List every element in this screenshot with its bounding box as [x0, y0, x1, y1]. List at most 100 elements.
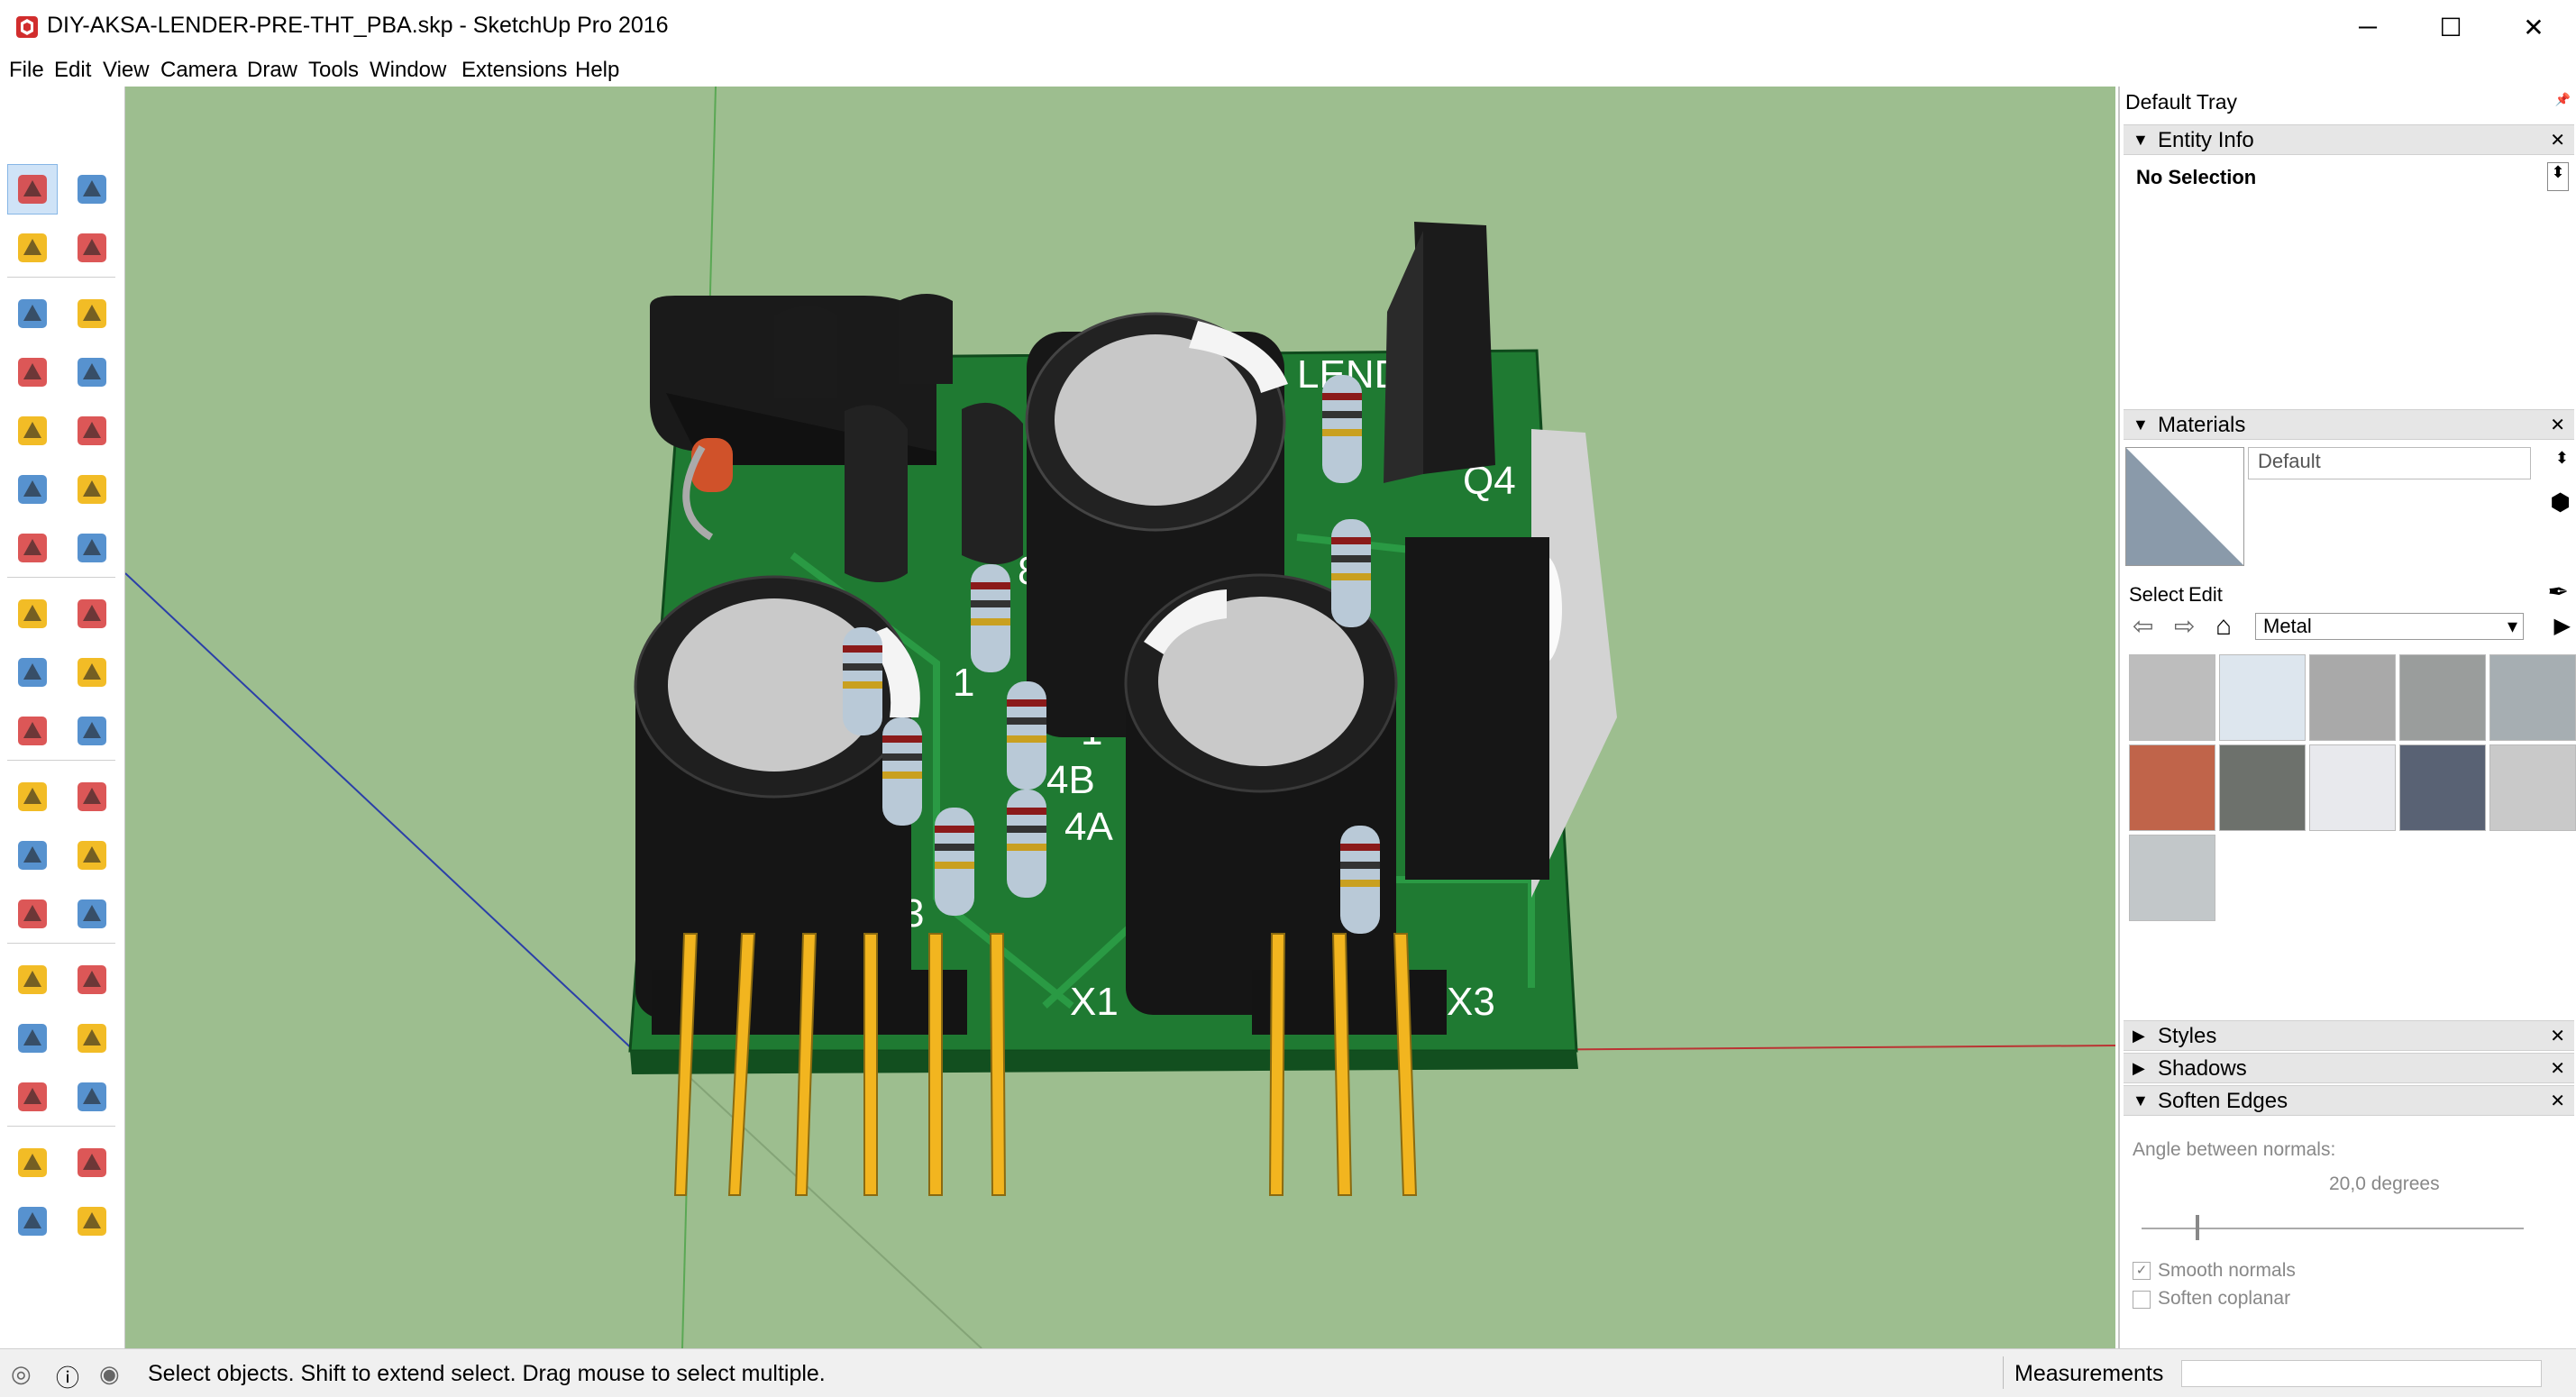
freehand-icon[interactable] [67, 288, 117, 339]
zoom-extents-icon[interactable] [7, 1072, 58, 1122]
material-swatch[interactable] [2309, 654, 2396, 741]
entity-info-header[interactable]: ▼ Entity Info ✕ [2124, 124, 2574, 155]
close-panel-icon[interactable]: ✕ [2550, 129, 2565, 151]
soften-coplanar-checkbox[interactable] [2133, 1291, 2151, 1309]
large-tool-set-toolbar [0, 87, 126, 1348]
text-icon[interactable] [67, 830, 117, 881]
capacitor-front-right [1124, 573, 1398, 1015]
minimize-button[interactable]: ─ [2326, 0, 2409, 54]
material-swatch[interactable] [2129, 654, 2215, 741]
transistor-4 [962, 402, 1023, 564]
arc-icon[interactable] [7, 464, 58, 515]
blue-axis [125, 572, 640, 1056]
materials-tab-edit[interactable]: Edit [2188, 583, 2223, 607]
back-arrow-icon[interactable]: ⇦ [2133, 611, 2153, 641]
menu-help[interactable]: Help [575, 58, 619, 83]
menu-tools[interactable]: Tools [308, 58, 359, 83]
material-swatch[interactable] [2309, 744, 2396, 831]
material-library-select[interactable]: Metal ▾ [2255, 613, 2524, 640]
section-plane-icon[interactable] [67, 1196, 117, 1246]
select-tool-icon[interactable] [7, 164, 58, 215]
three-point-arc-icon[interactable] [67, 523, 117, 573]
rectangle-icon[interactable] [7, 347, 58, 397]
position-camera-icon[interactable] [7, 1137, 58, 1188]
drawing-viewport[interactable]: C2 X2 X1 X3 Q4 LEND 4B 4A 8 1 3 1 [125, 87, 2115, 1348]
menu-edit[interactable]: Edit [54, 58, 91, 83]
tray-pin-icon[interactable]: 📌 [2555, 92, 2571, 107]
status-message: Select objects. Shift to extend select. … [148, 1361, 826, 1386]
make-component-icon[interactable] [67, 164, 117, 215]
forward-arrow-icon[interactable]: ⇨ [2174, 611, 2195, 641]
two-point-arc-icon[interactable] [7, 523, 58, 573]
protractor-icon[interactable] [7, 830, 58, 881]
previous-view-icon[interactable] [67, 1072, 117, 1122]
expand-entity-icon[interactable]: ⬍ [2547, 162, 2569, 191]
tape-measure-icon[interactable] [7, 772, 58, 822]
material-name-field[interactable]: Default [2248, 447, 2531, 479]
close-panel-icon[interactable]: ✕ [2550, 1025, 2565, 1047]
maximize-button[interactable]: ☐ [2409, 0, 2492, 54]
menu-file[interactable]: File [9, 58, 44, 83]
collapse-triangle-icon: ▼ [2133, 415, 2149, 434]
user-account-icon[interactable]: ◉ [99, 1360, 120, 1388]
measurements-input[interactable] [2181, 1360, 2542, 1387]
pencil-line-icon[interactable] [7, 288, 58, 339]
eraser-icon[interactable] [67, 223, 117, 273]
paint-bucket-icon[interactable] [7, 223, 58, 273]
walk-icon[interactable] [7, 1196, 58, 1246]
zoom-icon[interactable] [7, 1013, 58, 1064]
scale-icon[interactable] [7, 706, 58, 756]
red-capacitor [691, 438, 733, 492]
pie-icon[interactable] [67, 464, 117, 515]
credits-icon[interactable]: ⓘ [56, 1360, 79, 1393]
push-pull-icon[interactable] [67, 589, 117, 639]
soften-edges-header[interactable]: ▼ Soften Edges ✕ [2124, 1085, 2574, 1116]
close-panel-icon[interactable]: ✕ [2550, 1057, 2565, 1080]
move-icon[interactable] [7, 589, 58, 639]
details-arrow-icon[interactable]: ▶ [2554, 613, 2571, 639]
angle-slider-thumb[interactable] [2196, 1215, 2199, 1240]
follow-me-icon[interactable] [67, 647, 117, 698]
material-swatch[interactable] [2129, 744, 2215, 831]
offset-icon[interactable] [67, 706, 117, 756]
shadows-header[interactable]: ▶ Shadows ✕ [2124, 1053, 2574, 1083]
home-icon[interactable]: ⌂ [2215, 611, 2232, 642]
smooth-normals-checkbox[interactable]: ✓ [2133, 1262, 2151, 1280]
material-swatch[interactable] [2219, 744, 2306, 831]
styles-header[interactable]: ▶ Styles ✕ [2124, 1020, 2574, 1051]
axes-icon[interactable] [7, 889, 58, 939]
create-material-icon[interactable]: ⬍ [2555, 449, 2569, 468]
menu-draw[interactable]: Draw [247, 58, 297, 83]
menu-window[interactable]: Window [370, 58, 446, 83]
menu-camera[interactable]: Camera [160, 58, 237, 83]
menu-extensions[interactable]: Extensions [461, 58, 567, 83]
material-swatch[interactable] [2489, 744, 2576, 831]
circle-icon[interactable] [7, 406, 58, 456]
look-around-icon[interactable] [67, 1137, 117, 1188]
dimension-icon[interactable] [67, 772, 117, 822]
toolbar-separator [7, 760, 115, 761]
eyedropper-icon[interactable]: ✒ [2548, 577, 2569, 607]
polygon-icon[interactable] [67, 406, 117, 456]
zoom-window-icon[interactable] [67, 1013, 117, 1064]
orbit-icon[interactable] [7, 954, 58, 1005]
material-swatch[interactable] [2219, 654, 2306, 741]
material-swatch[interactable] [2129, 835, 2215, 921]
material-swatch[interactable] [2399, 654, 2486, 741]
3d-text-icon[interactable] [67, 889, 117, 939]
pan-icon[interactable] [67, 954, 117, 1005]
rotate-icon[interactable] [7, 647, 58, 698]
sample-paint-icon[interactable]: ⬢ [2550, 488, 2571, 516]
geo-location-icon[interactable]: ◎ [11, 1360, 32, 1388]
rotated-rectangle-icon[interactable] [67, 347, 117, 397]
close-button[interactable]: ✕ [2492, 0, 2575, 54]
toolbar-separator [7, 577, 115, 578]
materials-tab-select[interactable]: Select [2129, 583, 2184, 607]
close-panel-icon[interactable]: ✕ [2550, 1090, 2565, 1112]
model-scene: C2 X2 X1 X3 Q4 LEND 4B 4A 8 1 3 1 [125, 87, 2115, 1348]
menu-view[interactable]: View [103, 58, 150, 83]
materials-header[interactable]: ▼ Materials ✕ [2124, 409, 2574, 440]
close-panel-icon[interactable]: ✕ [2550, 414, 2565, 436]
material-swatch[interactable] [2489, 654, 2576, 741]
material-swatch[interactable] [2399, 744, 2486, 831]
